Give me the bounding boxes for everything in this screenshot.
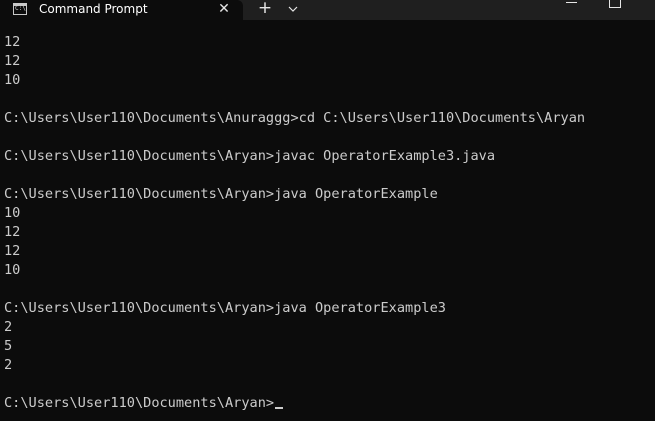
minimize-icon[interactable] xyxy=(565,0,579,6)
command-prompt-icon: C:\ xyxy=(13,3,27,15)
tab-bar: C:\ Command Prompt ✕ + xyxy=(0,0,655,20)
tab-title: Command Prompt xyxy=(39,2,148,16)
terminal-line: C:\Users\User110\Documents\Aryan>java Op… xyxy=(4,300,446,316)
terminal-line: 10 xyxy=(4,262,21,278)
terminal-line: C:\Users\User110\Documents\Aryan> xyxy=(4,394,585,413)
terminal-line: C:\Users\User110\Documents\Aryan>javac O… xyxy=(4,148,496,164)
text-cursor xyxy=(275,407,284,409)
terminal-line: 2 xyxy=(4,357,13,373)
terminal-line: 5 xyxy=(4,338,13,354)
terminal-line: 12 xyxy=(4,243,21,259)
terminal-line: 10 xyxy=(4,205,21,221)
tab-command-prompt[interactable]: C:\ Command Prompt ✕ xyxy=(0,0,243,20)
terminal-line: 12 xyxy=(4,224,21,240)
terminal-lines: 12 12 10 C:\Users\User110\Documents\Anuragg… xyxy=(4,33,585,413)
terminal-line: 10 xyxy=(4,72,21,88)
terminal-output[interactable]: 12 12 10 C:\Users\User110\Documents\Anuragg… xyxy=(0,20,655,421)
close-icon[interactable]: ✕ xyxy=(216,1,232,17)
command-prompt-icon-glyph: C:\ xyxy=(15,5,26,12)
terminal-line: C:\Users\User110\Documents\Anuraggg>cd C… xyxy=(4,110,586,126)
terminal-line: C:\Users\User110\Documents\Aryan>java Op… xyxy=(4,186,438,202)
chevron-down-icon[interactable] xyxy=(286,1,300,17)
terminal-line: 2 xyxy=(4,319,13,335)
plus-icon[interactable]: + xyxy=(257,0,273,18)
command-prompt-window: C:\ Command Prompt ✕ + 12 12 10 C:\Users\Us… xyxy=(0,0,655,421)
terminal-line: 12 xyxy=(4,34,21,50)
terminal-line: 12 xyxy=(4,53,21,69)
maximize-icon[interactable] xyxy=(609,0,621,8)
